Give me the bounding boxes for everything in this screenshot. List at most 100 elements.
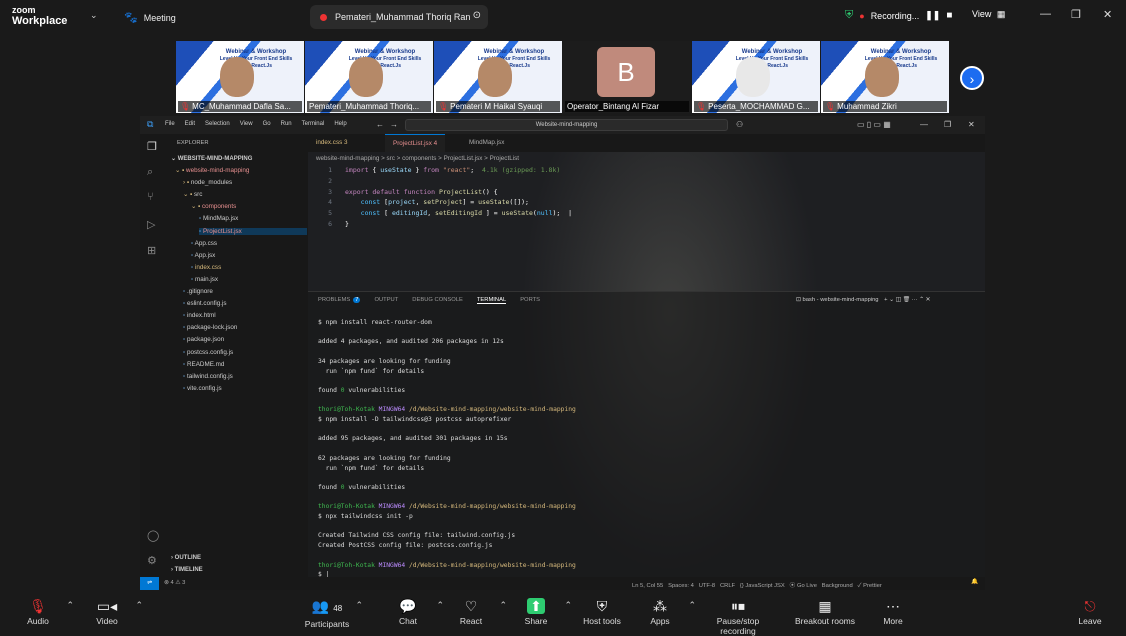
tree-item[interactable]: ▫ README.md (183, 361, 224, 368)
menu-item[interactable]: View (240, 121, 253, 127)
tree-item[interactable]: ⌄ ▪ components (191, 203, 236, 210)
tree-item[interactable]: ▫ tailwind.config.js (183, 373, 233, 380)
participant-tile[interactable]: Webinar & Workshop Level Up Your Front En… (434, 41, 562, 113)
more-button[interactable]: ⋯ More (853, 598, 933, 626)
run-debug-icon[interactable]: ▷ (147, 218, 155, 231)
tree-item[interactable]: ▫ MindMap.jsx (199, 215, 238, 222)
participant-name: Peserta_MOCHAMMAD G... (708, 102, 810, 111)
share-icon: ⬆ (527, 598, 545, 614)
forward-arrow-icon[interactable]: → (390, 120, 398, 129)
menu-item[interactable]: Terminal (302, 121, 325, 127)
win-close-icon[interactable]: ✕ (968, 120, 975, 129)
settings-icon[interactable]: ⚙ (147, 554, 157, 567)
search-icon[interactable]: ⌕ (147, 166, 153, 179)
editor-tab[interactable]: ProjectList.jsx 4 (385, 134, 446, 152)
terminal-output[interactable]: $ npm install react-router-dom added 4 p… (318, 318, 576, 580)
apps-button[interactable]: ⁂ Apps ⌃ (620, 598, 700, 626)
tree-item-label: website-mind-mapping (186, 167, 250, 174)
participants-button[interactable]: 👥 48 Participants ⌃ (287, 598, 367, 629)
participant-tile[interactable]: Webinar & Workshop Level Up Your Front En… (176, 41, 304, 113)
stop-icon[interactable]: ■ (946, 10, 952, 21)
outline-section[interactable]: › OUTLINE (171, 555, 201, 561)
problems-status[interactable]: ⊗ 4 ⚠ 3 (164, 580, 185, 586)
layout-icon[interactable]: ▭ ▯ ▭ ▦ (857, 120, 891, 129)
meeting-toolbar: 🎙 Audio ⌃ ▭◂ Video ⌃ 👥 48 Participants ⌃ 💬 Chat ⌃ ♡ Re… (0, 590, 1126, 636)
panel-tab[interactable]: PROBLEMS 7 (318, 297, 361, 304)
toolbar-label: Chat (399, 616, 417, 626)
tree-item[interactable]: › ▪ node_modules (183, 179, 232, 186)
tree-item[interactable]: ▫ App.css (191, 240, 217, 247)
view-button[interactable]: View ▦ (972, 9, 1005, 20)
tree-item[interactable]: ▫ vite.config.js (183, 385, 222, 392)
menu-item[interactable]: Go (263, 121, 271, 127)
workspace-root[interactable]: ⌄ WEBSITE-MIND-MAPPING (171, 155, 252, 162)
tree-item[interactable]: ▫ package.json (183, 336, 224, 343)
terminal-line: Created PostCSS config file: postcss.con… (318, 542, 493, 550)
meeting-label: Meeting (143, 12, 176, 23)
account-icon[interactable]: ◯ (147, 529, 159, 542)
close-icon[interactable]: ✕ (1103, 8, 1112, 21)
menu-item[interactable]: Selection (205, 121, 230, 127)
participant-name: MC_Muhammad Dafla Sa... (192, 102, 291, 111)
editor-tab[interactable]: index.css 3 (308, 134, 356, 152)
terminal-actions-icon[interactable]: + ⌄ ◫ 🗑 ··· ⌃ ✕ (884, 297, 930, 303)
video-button[interactable]: ▭◂ Video ⌃ (67, 598, 147, 626)
participant-name-tag: 🎙 MC_Muhammad Dafla Sa... (178, 101, 302, 112)
mic-muted-icon: 🎙 (438, 102, 449, 111)
pause-icon[interactable]: ❚❚ (925, 10, 940, 21)
screen-share-tab[interactable]: Pemateri_Muhammad Thoriq Ran ⊙ (310, 5, 488, 29)
menu-item[interactable]: Edit (185, 121, 195, 127)
tree-item[interactable]: ▫ eslint.config.js (183, 300, 227, 307)
panel-tab[interactable]: OUTPUT (374, 297, 398, 304)
remote-icon[interactable]: ⇌ (140, 577, 159, 590)
tree-item[interactable]: ⌄ ▪ website-mind-mapping (175, 167, 249, 174)
terminal-line: 34 packages are looking for funding (318, 357, 451, 365)
tree-item[interactable]: ▫ postcss.config.js (183, 349, 233, 356)
tree-item[interactable]: ▫ ProjectList.jsx (199, 227, 307, 235)
extensions-icon[interactable]: ⊞ (147, 244, 156, 257)
tree-item[interactable]: ⌄ ▪ src (183, 191, 202, 198)
caret-up-icon[interactable]: ⌃ (135, 600, 143, 611)
panel-tab[interactable]: DEBUG CONSOLE (412, 297, 463, 304)
terminal-title[interactable]: bash - website-mind-mapping (802, 297, 878, 303)
participant-tile[interactable]: Webinar & Workshop Level Up Your Front En… (821, 41, 949, 113)
menu-item[interactable]: File (165, 121, 175, 127)
tree-item[interactable]: ▫ .gitignore (183, 288, 213, 295)
bell-icon[interactable]: 🔔 (971, 579, 978, 585)
explorer-icon[interactable]: ❐ (147, 140, 157, 153)
maximize-icon[interactable]: ❐ (1071, 8, 1081, 21)
folder-icon: › ▪ (183, 179, 191, 187)
pause-stop-recording-button[interactable]: ⏸⏹ Pause/stop recording (698, 598, 778, 636)
tree-item[interactable]: ▫ package-lock.json (183, 324, 237, 331)
command-search[interactable]: Website-mind-mapping (405, 119, 728, 131)
panel-tab[interactable]: TERMINAL (476, 297, 507, 304)
source-control-icon[interactable]: ⑂ (147, 191, 154, 203)
next-page-button[interactable]: › (960, 66, 984, 90)
chevron-down-icon[interactable]: ⌄ (90, 10, 98, 21)
minimize-icon[interactable]: — (1040, 8, 1051, 20)
tree-item-label: main.jsx (194, 275, 219, 283)
caret-up-icon[interactable]: ⌃ (688, 600, 696, 611)
breadcrumb[interactable]: website-mind-mapping > src > components … (316, 155, 519, 162)
back-arrow-icon[interactable]: ← (376, 120, 384, 129)
tree-item[interactable]: ▫ index.css (191, 264, 221, 271)
copilot-icon[interactable]: ⚇ (736, 120, 743, 129)
leave-button[interactable]: ⎋ Leave (1050, 598, 1126, 626)
tree-item[interactable]: ▫ index.html (183, 312, 216, 319)
more-options-icon[interactable]: ⊙ (473, 10, 481, 21)
meeting-info-button[interactable]: 🐾 Meeting (124, 11, 176, 24)
menu-item[interactable]: Run (281, 121, 292, 127)
win-restore-icon[interactable]: ❐ (944, 120, 951, 129)
panel-tab[interactable]: PORTS (520, 297, 540, 304)
menu-item[interactable]: Help (334, 121, 346, 127)
participant-tile[interactable]: Webinar & Workshop Level Up Your Front En… (692, 41, 820, 113)
participant-tile[interactable]: Webinar & Workshop Level Up Your Front En… (305, 41, 433, 113)
win-minimize-icon[interactable]: — (920, 120, 928, 129)
tree-item[interactable]: ▫ App.jsx (191, 252, 215, 259)
tree-item[interactable]: ▫ main.jsx (191, 276, 218, 283)
caret-up-icon[interactable]: ⌃ (355, 600, 363, 611)
participant-tile[interactable]: B Operator_Bintang Al Fizar (563, 41, 691, 113)
editor-tab[interactable]: MindMap.jsx (461, 134, 512, 152)
timeline-section[interactable]: › TIMELINE (171, 567, 203, 573)
